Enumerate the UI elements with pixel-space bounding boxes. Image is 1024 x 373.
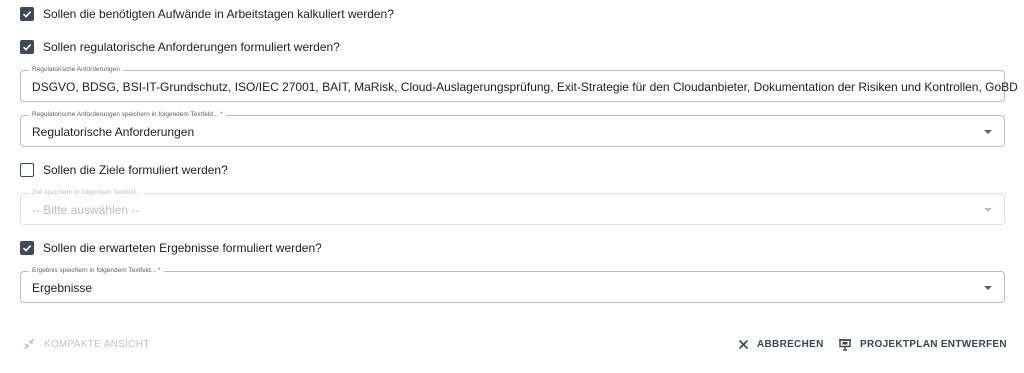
- ziel-speichern-value: -- Bitte auswählen --: [32, 203, 140, 217]
- ergebnis-speichern-select[interactable]: Ergebnis speichern in folgendem Textfeld…: [20, 267, 1005, 303]
- regulatorische-anforderungen-value[interactable]: DSGVO, BDSG, BSI-IT-Grundschutz, ISO/IEC…: [32, 80, 1018, 94]
- checkbox-ergebnisse-row[interactable]: Sollen die erwarteten Ergebnisse formuli…: [20, 238, 322, 258]
- checkbox-ergebnisse-label: Sollen die erwarteten Ergebnisse formuli…: [43, 241, 322, 255]
- regulatorische-anforderungen-field[interactable]: Regulatorische Anforderungen DSGVO, BDSG…: [20, 66, 1018, 102]
- presentation-icon: [838, 338, 852, 351]
- create-project-plan-button[interactable]: PROJEKTPLAN ENTWERFEN: [838, 336, 1007, 352]
- caret-down-icon[interactable]: [984, 286, 992, 290]
- close-icon: [738, 339, 749, 350]
- check-icon: [22, 245, 32, 252]
- check-icon: [22, 44, 32, 51]
- regulatorisch-speichern-value: Regulatorische Anforderungen: [32, 125, 195, 139]
- checkbox-aufwaende-row[interactable]: Sollen die benötigten Aufwände in Arbeit…: [20, 4, 394, 24]
- checkbox-regulatorisch-row[interactable]: Sollen regulatorische Anforderungen form…: [20, 37, 340, 57]
- checkbox-regulatorisch[interactable]: [20, 40, 34, 54]
- cancel-button[interactable]: ABBRECHEN: [738, 336, 824, 352]
- regulatorisch-speichern-legend: Regulatorische Anforderungen speichern i…: [29, 111, 226, 119]
- check-icon: [22, 11, 32, 18]
- caret-down-icon[interactable]: [984, 130, 992, 134]
- checkbox-ergebnisse[interactable]: [20, 241, 34, 255]
- checkbox-aufwaende[interactable]: [20, 7, 34, 21]
- ziel-speichern-select: Ziel speichern in folgendem Textfeld... …: [20, 189, 1005, 225]
- ergebnis-speichern-legend: Ergebnis speichern in folgendem Textfeld…: [29, 267, 164, 275]
- regulatorische-anforderungen-legend: Regulatorische Anforderungen: [29, 66, 123, 74]
- ergebnis-speichern-value: Ergebnisse: [32, 281, 93, 295]
- regulatorisch-speichern-select[interactable]: Regulatorische Anforderungen speichern i…: [20, 111, 1005, 147]
- compact-view-button[interactable]: KOMPAKTE ANSICHT: [22, 336, 150, 352]
- cancel-label: ABBRECHEN: [757, 338, 824, 350]
- checkbox-aufwaende-label: Sollen die benötigten Aufwände in Arbeit…: [43, 7, 394, 21]
- compact-view-label: KOMPAKTE ANSICHT: [44, 338, 150, 350]
- compress-icon: [22, 337, 36, 351]
- checkbox-regulatorisch-label: Sollen regulatorische Anforderungen form…: [43, 40, 340, 54]
- caret-down-icon: [984, 208, 992, 212]
- create-project-plan-label: PROJEKTPLAN ENTWERFEN: [860, 338, 1007, 350]
- checkbox-ziele-row[interactable]: Sollen die Ziele formuliert werden?: [20, 160, 228, 180]
- checkbox-ziele[interactable]: [20, 163, 34, 177]
- checkbox-ziele-label: Sollen die Ziele formuliert werden?: [43, 163, 228, 177]
- ziel-speichern-legend: Ziel speichern in folgendem Textfeld...: [29, 189, 144, 197]
